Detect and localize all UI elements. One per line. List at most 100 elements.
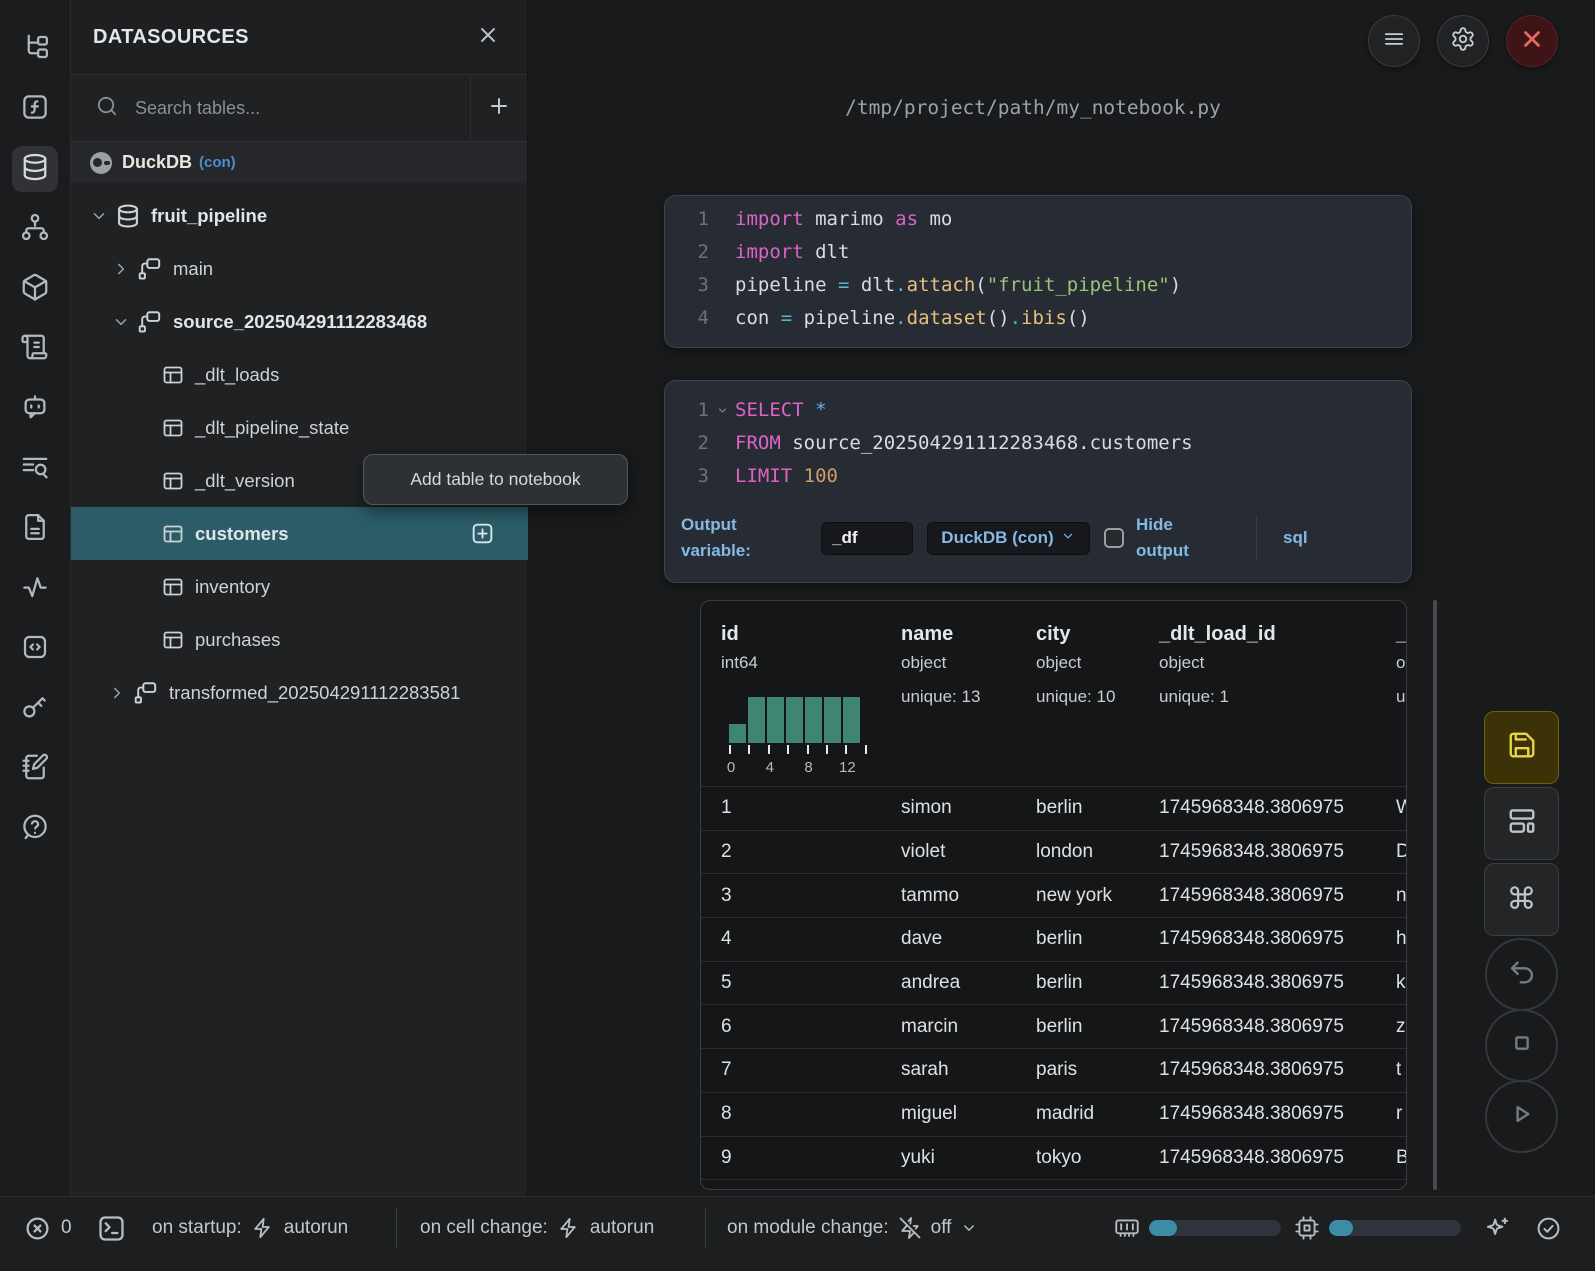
rail-scripts-icon[interactable]: [12, 326, 58, 372]
rail-secrets-icon[interactable]: [12, 686, 58, 732]
rail-function-icon[interactable]: [12, 86, 58, 132]
run-button[interactable]: [1485, 1080, 1558, 1153]
chevron-down-icon[interactable]: [89, 206, 109, 226]
runtime-config-1[interactable]: on cell change:autorun: [420, 1197, 654, 1259]
dataframe-output-table[interactable]: idint6404812nameobjectunique: 13cityobje…: [700, 600, 1407, 1190]
close-panel-button[interactable]: [475, 22, 501, 53]
runtime-config-2[interactable]: on module change:off: [727, 1197, 978, 1259]
cell: paris: [1036, 1059, 1077, 1081]
cell: W: [1396, 797, 1407, 819]
packages-icon: [20, 272, 50, 307]
rail-file-tree-icon[interactable]: [12, 26, 58, 72]
app-window: DATASOURCES Search tables... DuckDB (con…: [0, 0, 1595, 1271]
rail-dependencies-icon[interactable]: [12, 206, 58, 252]
cell: 1745968348.3806975: [1159, 797, 1344, 819]
tree-item-customers[interactable]: customers: [71, 507, 528, 560]
table-row[interactable]: 6marcinberlin1745968348.3806975z: [701, 1004, 1406, 1048]
code-line-4: 4con = pipeline.dataset().ibis(): [665, 302, 1411, 335]
menu-button[interactable]: [1368, 15, 1420, 67]
tree-item-_dlt_pipeline_state[interactable]: _dlt_pipeline_state: [71, 401, 528, 454]
divider: [396, 1208, 397, 1248]
tree-item-inventory[interactable]: inventory: [71, 560, 528, 613]
cell: 1745968348.3806975: [1159, 1016, 1344, 1038]
cell: 5: [721, 972, 732, 994]
tree-item-main[interactable]: main: [71, 242, 528, 295]
tree-item-source_202504291112283468[interactable]: source_202504291112283468: [71, 295, 528, 348]
chevron-down-icon[interactable]: [111, 312, 131, 332]
rail-logs-icon[interactable]: [12, 446, 58, 492]
table-row-partial: [701, 1179, 1406, 1190]
error-indicator[interactable]: 0: [24, 1197, 72, 1259]
zap-off-icon: [898, 1216, 922, 1240]
window-controls: [1368, 15, 1558, 67]
table-icon: [161, 363, 185, 387]
cell: yuki: [901, 1147, 935, 1169]
rail-scratchpad-icon[interactable]: [12, 746, 58, 792]
interrupt-button[interactable]: [1485, 1009, 1558, 1082]
connection-status[interactable]: [1535, 1197, 1562, 1259]
rail-help-icon[interactable]: [12, 806, 58, 852]
table-row[interactable]: 2violetlondon1745968348.3806975D: [701, 830, 1406, 874]
runtime-config-0[interactable]: on startup:autorun: [152, 1197, 348, 1259]
table-row[interactable]: 9yukitokyo1745968348.3806975B: [701, 1136, 1406, 1180]
table-icon: [161, 522, 185, 546]
panel-title: DATASOURCES: [93, 26, 249, 49]
schema-icon: [133, 680, 159, 706]
table-body: 1simonberlin1745968348.3806975W2violetlo…: [701, 786, 1406, 1190]
output-variable-label: Output variable:: [681, 512, 799, 565]
code-cell-python[interactable]: 1import marimo as mo2import dlt3pipeline…: [664, 195, 1412, 348]
fold-chevron-icon[interactable]: [709, 394, 735, 427]
shutdown-button[interactable]: [1506, 15, 1558, 67]
rail-snippets-icon[interactable]: [12, 626, 58, 672]
cell: 1745968348.3806975: [1159, 1103, 1344, 1125]
output-variable-input[interactable]: _df: [821, 522, 913, 555]
tree-item-purchases[interactable]: purchases: [71, 613, 528, 666]
rail-tracing-icon[interactable]: [12, 566, 58, 612]
add-datasource-button[interactable]: [470, 75, 527, 141]
code-cell-sql[interactable]: 1SELECT *2FROM source_202504291112283468…: [664, 380, 1412, 583]
notebook-filename[interactable]: /tmp/project/path/my_notebook.py: [528, 96, 1538, 119]
table-row[interactable]: 4daveberlin1745968348.3806975h: [701, 917, 1406, 961]
gutter: [709, 302, 735, 335]
rail-chat-bot-icon[interactable]: [12, 386, 58, 432]
undo-button[interactable]: [1485, 938, 1558, 1011]
ai-assistant-button[interactable]: [1484, 1197, 1511, 1259]
layout-toggle-button[interactable]: [1484, 787, 1559, 860]
chevron-right-icon[interactable]: [111, 259, 131, 279]
hide-output-checkbox[interactable]: [1104, 528, 1124, 548]
table-row[interactable]: 1simonberlin1745968348.3806975W: [701, 786, 1406, 830]
search-placeholder: Search tables...: [135, 98, 260, 119]
table-row[interactable]: 8miguelmadrid1745968348.3806975r: [701, 1092, 1406, 1136]
shortcuts-button[interactable]: ⌘: [1484, 863, 1559, 936]
save-button[interactable]: [1484, 711, 1559, 784]
settings-button[interactable]: [1437, 15, 1489, 67]
divider: [1256, 517, 1257, 559]
chevron-right-icon[interactable]: [107, 683, 127, 703]
gutter: [709, 460, 735, 493]
datasources-icon: [20, 152, 50, 187]
terminal-button[interactable]: [96, 1197, 127, 1259]
engine-select[interactable]: DuckDB (con): [927, 522, 1090, 555]
search-input[interactable]: Search tables...: [71, 75, 470, 141]
cell: simon: [901, 797, 952, 819]
tree-item-transformed_202504291112283581[interactable]: transformed_202504291112283581: [71, 666, 528, 719]
cell: 6: [721, 1016, 732, 1038]
cell: 4: [721, 928, 732, 950]
table-icon: [161, 575, 185, 599]
table-row[interactable]: 5andreaberlin1745968348.3806975k: [701, 961, 1406, 1005]
sql-editor[interactable]: 1SELECT *2FROM source_202504291112283468…: [665, 381, 1411, 493]
connection-name: DuckDB: [122, 152, 192, 173]
connection-row[interactable]: DuckDB (con): [71, 142, 527, 183]
tree-item-fruit_pipeline[interactable]: fruit_pipeline: [71, 189, 528, 242]
code-editor[interactable]: 1import marimo as mo2import dlt3pipeline…: [665, 196, 1411, 335]
table-row[interactable]: 3tammonew york1745968348.3806975n: [701, 873, 1406, 917]
rail-packages-icon[interactable]: [12, 266, 58, 312]
rail-documentation-icon[interactable]: [12, 506, 58, 552]
sparkles-icon: [1484, 1215, 1511, 1242]
table-row[interactable]: 7sarahparis1745968348.3806975t: [701, 1048, 1406, 1092]
add-table-icon[interactable]: [470, 521, 495, 546]
tree-item-_dlt_loads[interactable]: _dlt_loads: [71, 348, 528, 401]
rail-datasources-icon[interactable]: [12, 146, 58, 192]
scrollbar[interactable]: [1433, 600, 1437, 1190]
line-number: 3: [665, 460, 709, 493]
